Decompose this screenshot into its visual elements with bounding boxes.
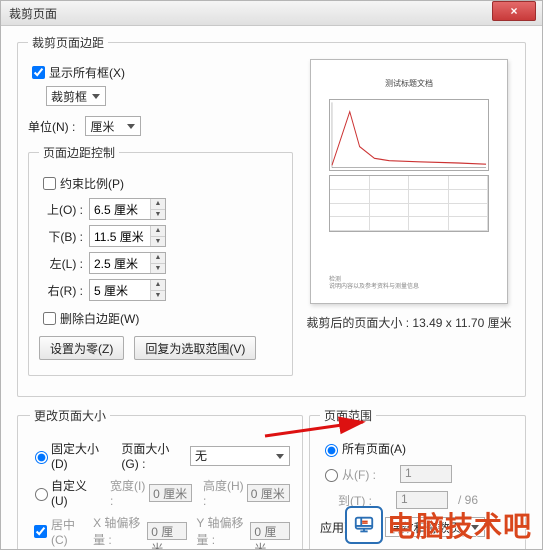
page-size-combo[interactable]: 无 [190,446,290,466]
preview-pane: 测试标题文档 [293,59,515,386]
x-offset-input[interactable]: 0 厘米 [147,522,187,540]
margin-bottom-spin-buttons[interactable]: ▲▼ [150,226,165,246]
center-offset-row: 居中(C) X 轴偏移量 : 0 厘米 Y 轴偏移量 : 0 厘米 [30,514,290,548]
y-offset-label: Y 轴偏移量 : [196,514,248,548]
crop-margin-legend: 裁剪页面边距 [28,34,108,51]
unit-row: 单位(N) : 厘米 [28,116,293,136]
margin-bottom-label: 下(B) : [39,228,83,245]
reset-zero-label: 设置为零(Z) [50,340,113,357]
unit-value: 厘米 [90,118,114,135]
preview-table-placeholder [329,175,489,232]
crop-left-pane: 显示所有框(X) 裁剪框 单位(N) : 厘米 [28,59,293,386]
titlebar: 裁剪页面 × [1,1,542,26]
margin-top-spin-buttons[interactable]: ▲▼ [150,199,165,219]
page-size-label: 页面大小(G) : [121,440,184,471]
margin-right-label: 右(R) : [39,282,83,299]
show-all-boxes-checkbox[interactable] [32,66,45,79]
page-range-legend: 页面范围 [320,407,376,424]
preview-doc-title: 测试标题文档 [329,78,489,89]
all-pages-radio[interactable] [325,444,338,457]
change-size-group: 更改页面大小 固定大小(D) 页面大小(G) : 无 自定义(U) 宽度(I) … [17,407,303,550]
constrain-row: 约束比例(P) [39,174,282,193]
footer-brand: 电脑技术吧 [345,505,532,545]
preview-caption: 裁剪后的页面大小 : 13.49 x 11.70 厘米 [303,314,515,331]
revert-selection-label: 回复为选取范围(V) [145,340,245,357]
from-page-radio[interactable] [325,469,338,482]
margin-right-row: 右(R) : ▲▼ [39,279,282,301]
margin-top-spinner[interactable]: ▲▼ [89,198,166,220]
box-type-combo[interactable]: 裁剪框 [46,86,106,106]
margin-bottom-row: 下(B) : ▲▼ [39,225,282,247]
remove-white-label: 删除白边距(W) [60,310,139,327]
height-label: 高度(H) : [203,477,245,508]
fixed-size-row: 固定大小(D) 页面大小(G) : 无 [30,440,290,471]
margin-left-spinner[interactable]: ▲▼ [89,252,166,274]
margin-right-input[interactable] [90,280,150,300]
center-checkbox[interactable] [34,525,47,538]
margin-left-input[interactable] [90,253,150,273]
show-all-boxes-label: 显示所有框(X) [49,64,125,81]
crop-pages-dialog: 裁剪页面 × 裁剪页面边距 显示所有框(X) 裁剪框 [0,0,543,550]
change-size-legend: 更改页面大小 [30,407,110,424]
x-offset-label: X 轴偏移量 : [93,514,145,548]
fixed-size-radio[interactable] [35,451,48,464]
margin-controls-legend: 页面边距控制 [39,144,119,161]
margin-right-spin-buttons[interactable]: ▲▼ [150,280,165,300]
center-label: 居中(C) [51,516,83,547]
preview-footer-text: 检测 说明内容以及参考资料与测量信息 [329,277,489,291]
y-offset-input[interactable]: 0 厘米 [250,522,290,540]
margin-top-row: 上(O) : ▲▼ [39,198,282,220]
margin-left-label: 左(L) : [39,255,83,272]
from-page-input[interactable]: 1 [400,465,452,483]
dialog-content: 裁剪页面边距 显示所有框(X) 裁剪框 单位(N) : [1,26,542,550]
close-icon: × [510,4,517,18]
from-page-label: 从(F) : [342,466,376,483]
crop-margin-group: 裁剪页面边距 显示所有框(X) 裁剪框 单位(N) : [17,34,526,397]
preview-chart-placeholder [329,99,489,171]
page-size-value: 无 [195,447,207,464]
close-button[interactable]: × [492,1,536,21]
remove-white-checkbox[interactable] [43,312,56,325]
page-preview: 测试标题文档 [310,59,508,304]
constrain-label: 约束比例(P) [60,175,124,192]
custom-size-label: 自定义(U) [51,477,97,508]
margin-controls-group: 页面边距控制 约束比例(P) 上(O) : ▲▼ [28,144,293,376]
constrain-checkbox[interactable] [43,177,56,190]
revert-selection-button[interactable]: 回复为选取范围(V) [134,336,256,360]
preview-footer-line1: 检测 [329,277,489,284]
custom-size-row: 自定义(U) 宽度(I) : 0 厘米 高度(H) : 0 厘米 [30,477,290,508]
brand-text: 电脑技术吧 [387,505,532,545]
unit-combo[interactable]: 厘米 [85,116,141,136]
custom-size-radio[interactable] [35,488,48,501]
box-type-value: 裁剪框 [51,88,87,105]
margin-left-spin-buttons[interactable]: ▲▼ [150,253,165,273]
margin-bottom-input[interactable] [90,226,150,246]
margin-bottom-spinner[interactable]: ▲▼ [89,225,166,247]
box-type-row: 裁剪框 [46,86,293,106]
fixed-size-label: 固定大小(D) [51,440,107,471]
from-page-row: 从(F) : 1 [320,465,515,483]
unit-label: 单位(N) : [28,118,75,135]
width-label: 宽度(I) : [110,477,147,508]
all-pages-label: 所有页面(A) [342,440,406,457]
height-input[interactable]: 0 厘米 [247,484,290,502]
margin-top-input[interactable] [90,199,150,219]
window-title: 裁剪页面 [9,5,492,22]
margin-buttons-row: 设置为零(Z) 回复为选取范围(V) [39,336,282,360]
margin-top-label: 上(O) : [39,201,83,218]
crop-two-column-wrap: 显示所有框(X) 裁剪框 单位(N) : 厘米 [28,59,515,386]
brand-logo-icon [345,506,383,544]
all-pages-row: 所有页面(A) [320,440,515,457]
reset-zero-button[interactable]: 设置为零(Z) [39,336,124,360]
margin-left-row: 左(L) : ▲▼ [39,252,282,274]
margin-right-spinner[interactable]: ▲▼ [89,279,166,301]
remove-white-row: 删除白边距(W) [39,309,282,328]
preview-footer-line2: 说明内容以及参考资料与测量信息 [329,284,489,291]
width-input[interactable]: 0 厘米 [149,484,192,502]
show-all-boxes-row: 显示所有框(X) [28,63,293,82]
